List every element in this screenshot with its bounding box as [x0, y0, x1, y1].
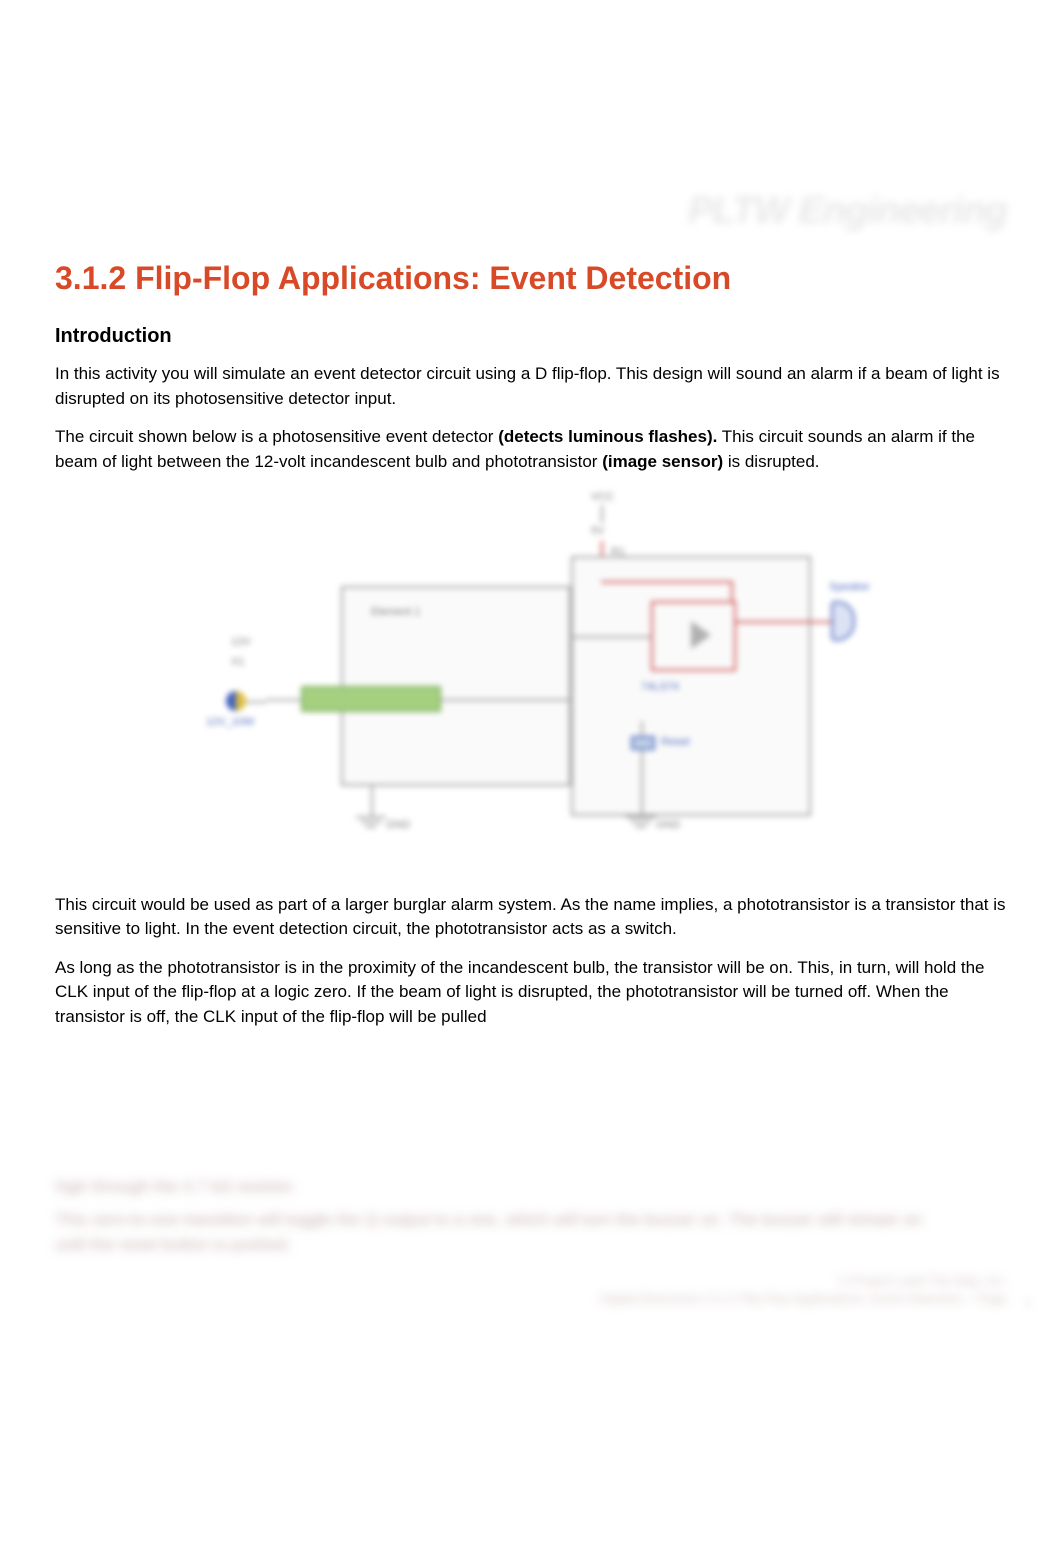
gnd-right-bar1	[626, 816, 656, 818]
footer-line2: Digital Electronics 3.1.2 Flip-Flop Appl…	[487, 1290, 1007, 1308]
gnd-left-bar1	[356, 816, 386, 818]
wire-lamp	[246, 701, 266, 703]
gnd-left-bar2	[361, 821, 381, 823]
gnd-left-bar3	[366, 826, 376, 828]
footer-line1: © Project Lead The Way, Inc.	[487, 1272, 1007, 1290]
gnd-right-bar3	[636, 826, 646, 828]
para2-text-a: The circuit shown below is a photosensit…	[55, 427, 498, 446]
section-heading-introduction: Introduction	[55, 325, 1007, 348]
buzzer-icon	[831, 601, 855, 641]
document-title: 3.1.2 Flip-Flop Applications: Event Dete…	[55, 260, 1007, 297]
wire-to-clk	[571, 636, 651, 638]
wire-reset-v	[641, 721, 643, 781]
paragraph-1: In this activity you will simulate an ev…	[55, 362, 1007, 411]
blurred-text-1: high through the 4.7 kΩ resistor.	[55, 1175, 296, 1200]
block-right	[571, 556, 811, 816]
speaker-label: Speaker	[829, 581, 870, 593]
gnd-right-bar2	[631, 821, 651, 823]
lamp-icon	[226, 691, 246, 711]
para2-bold-d: (image sensor)	[602, 452, 723, 471]
footer-copyright: © Project Lead The Way, Inc. Digital Ele…	[487, 1272, 1007, 1316]
para2-text-e: is disrupted.	[723, 452, 819, 471]
voltage-5v: 5V	[591, 525, 604, 537]
wire-to-buzzer	[736, 621, 831, 623]
wire-red-drop	[731, 581, 733, 601]
phototransistor-icon	[301, 686, 441, 712]
brand-watermark: PLTW Engineering	[688, 190, 1007, 233]
clock-triangle-icon	[691, 621, 711, 649]
paragraph-3: This circuit would be used as part of a …	[55, 893, 1007, 942]
gnd1-label: GND	[386, 819, 410, 831]
paragraph-2: The circuit shown below is a photosensit…	[55, 425, 1007, 474]
wire-mid-h	[441, 699, 571, 701]
x1-label: X1	[231, 656, 244, 668]
lamp-rating: 12V_10W	[206, 716, 254, 728]
ff-part-label: 74LS74	[641, 681, 679, 693]
para2-bold-b: (detects luminous flashes).	[498, 427, 717, 446]
reset-button-icon	[631, 736, 655, 750]
wire-mid-v	[571, 636, 573, 701]
wire-red-top	[601, 581, 731, 583]
page-number: 1	[1024, 1294, 1032, 1310]
wire-gnd-right	[641, 781, 643, 816]
blurred-text-2: This zero-to-one transition will toggle …	[55, 1208, 955, 1257]
voltage-12v: 12V	[231, 636, 251, 648]
wire-photo	[266, 699, 301, 701]
wire-vcc	[601, 505, 603, 523]
circuit-diagram: VCC 5V R1 12V X1 12V_10W Element 1 Speak…	[171, 491, 891, 871]
reset-label: Reset	[661, 736, 690, 748]
paragraph-4: As long as the phototransistor is in the…	[55, 956, 1007, 1030]
vcc-label: VCC	[591, 491, 614, 503]
element1-label: Element 1	[371, 606, 421, 618]
wire-gnd-left	[371, 786, 373, 816]
gnd2-label: GND	[656, 819, 680, 831]
